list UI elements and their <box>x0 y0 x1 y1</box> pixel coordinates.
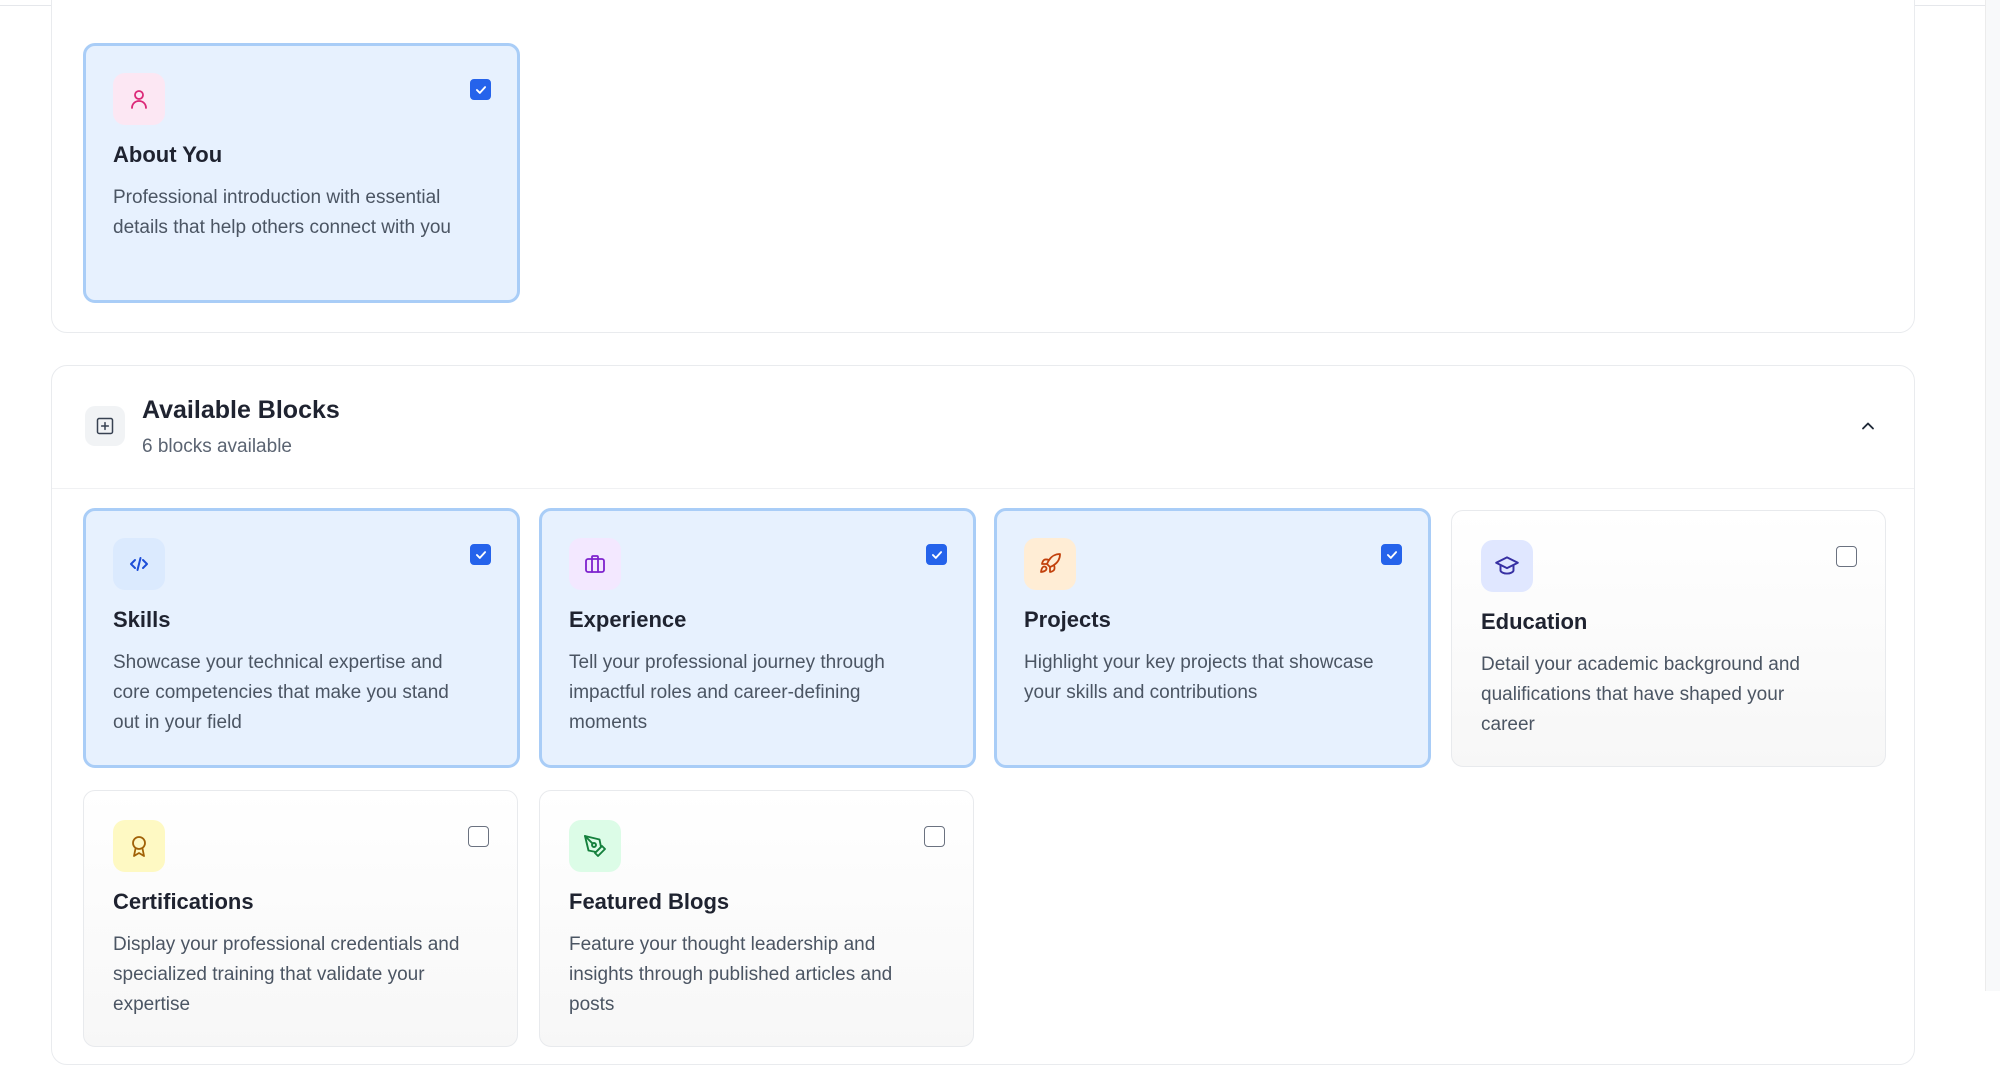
plus-square-icon <box>85 406 125 446</box>
block-card-skills[interactable]: Skills Showcase your technical expertise… <box>83 508 520 768</box>
block-card-experience[interactable]: Experience Tell your professional journe… <box>539 508 976 768</box>
block-card-projects[interactable]: Projects Highlight your key projects tha… <box>994 508 1431 768</box>
selected-blocks-panel: About You Professional introduction with… <box>51 0 1915 333</box>
block-card-certifications[interactable]: Certifications Display your professional… <box>83 790 518 1047</box>
card-title: Experience <box>569 607 687 632</box>
chevron-up-icon <box>1862 422 1874 430</box>
card-description: Tell your professional journey through i… <box>569 652 885 733</box>
card-description: Professional introduction with essential… <box>113 187 451 238</box>
card-description: Feature your thought leadership and insi… <box>569 934 893 1015</box>
card-title: Certifications <box>113 889 254 914</box>
collapse-button[interactable] <box>1852 410 1884 442</box>
code-icon <box>113 538 165 590</box>
card-title: Projects <box>1024 607 1111 632</box>
card-description: Highlight your key projects that showcas… <box>1024 652 1374 703</box>
featured-blogs-checkbox[interactable] <box>924 826 945 847</box>
card-title: Skills <box>113 607 171 632</box>
available-blocks-panel: Available Blocks 6 blocks available Skil… <box>51 365 1915 1065</box>
rocket-icon <box>1024 538 1076 590</box>
card-title: Featured Blogs <box>569 889 730 914</box>
card-title: Education <box>1481 609 1588 634</box>
available-blocks-count: 6 blocks available <box>142 436 292 457</box>
block-card-featured-blogs[interactable]: Featured Blogs Feature your thought lead… <box>539 790 974 1047</box>
card-description: Display your professional credentials an… <box>113 934 460 1015</box>
block-card-education[interactable]: Education Detail your academic backgroun… <box>1451 510 1886 767</box>
available-blocks-header[interactable]: Available Blocks 6 blocks available <box>52 366 1914 489</box>
certifications-checkbox[interactable] <box>468 826 489 847</box>
experience-checkbox[interactable] <box>926 544 947 565</box>
education-checkbox[interactable] <box>1836 546 1857 567</box>
available-blocks-title: Available Blocks <box>142 396 340 424</box>
award-icon <box>113 820 165 872</box>
skills-checkbox[interactable] <box>470 544 491 565</box>
vertical-scrollbar[interactable] <box>1985 0 2000 991</box>
briefcase-icon <box>569 538 621 590</box>
about-you-checkbox[interactable] <box>470 79 491 100</box>
card-description: Showcase your technical expertise and co… <box>113 652 449 733</box>
user-icon <box>113 73 165 125</box>
projects-checkbox[interactable] <box>1381 544 1402 565</box>
card-description: Detail your academic background and qual… <box>1481 654 1800 735</box>
card-title: About You <box>113 142 223 167</box>
pen-tool-icon <box>569 820 621 872</box>
block-card-about-you[interactable]: About You Professional introduction with… <box>83 43 520 303</box>
graduation-cap-icon <box>1481 540 1533 592</box>
